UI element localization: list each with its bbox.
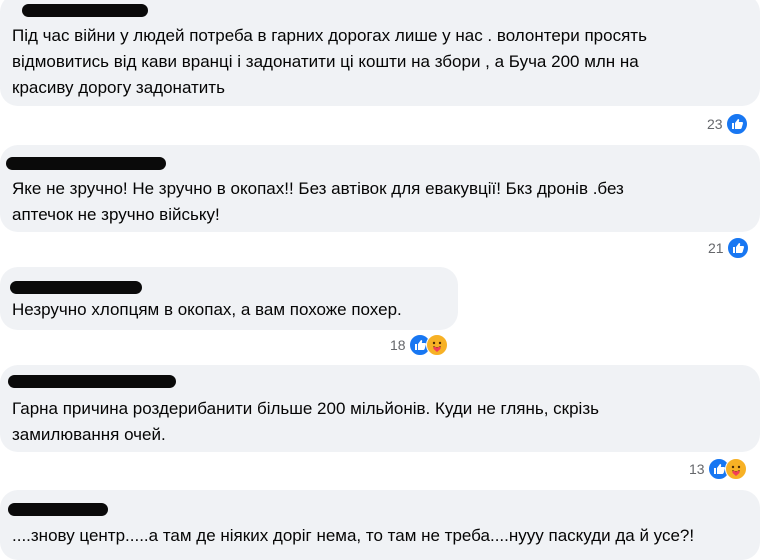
author-name-redacted[interactable]: [8, 503, 108, 516]
care-icon: [425, 334, 448, 356]
reaction-count: 21: [708, 240, 724, 256]
comment-text-line: красиву дорогу задонатить: [12, 78, 225, 97]
author-name-redacted[interactable]: [10, 281, 142, 294]
comment-text-line: Гарна причина роздерибанити більше 200 м…: [12, 399, 599, 418]
comment-text-line: замилювання очей.: [12, 425, 166, 444]
like-icon: [725, 113, 748, 135]
reaction-summary[interactable]: 13: [687, 457, 749, 481]
reaction-summary[interactable]: 21: [706, 236, 751, 260]
comment-bubble: Незручно хлопцям в окопах, а вам похоже …: [0, 267, 458, 330]
reaction-count: 18: [390, 337, 406, 353]
comment-text-line: Яке не зручно! Не зручно в окопах!! Без …: [12, 179, 624, 198]
comment-text-line: відмовитись від кави вранці і задонатити…: [12, 52, 639, 71]
comment-text-line: аптечок не зручно війську!: [12, 205, 220, 224]
reaction-count: 13: [689, 461, 705, 477]
comment-text-line: Під час війни у людей потреба в гарних д…: [12, 26, 647, 45]
author-name-redacted[interactable]: [8, 375, 176, 388]
comment-text-line: Незручно хлопцям в окопах, а вам похоже …: [12, 300, 402, 319]
like-icon: [726, 237, 749, 259]
author-name-redacted[interactable]: [22, 4, 148, 17]
reaction-summary[interactable]: 18: [388, 333, 450, 357]
reaction-count: 23: [707, 116, 723, 132]
author-name-redacted[interactable]: [6, 157, 166, 170]
comment-bubble: Під час війни у людей потреба в гарних д…: [0, 0, 760, 106]
care-icon: [724, 458, 747, 480]
comment-bubble: Яке не зручно! Не зручно в окопах!! Без …: [0, 145, 760, 232]
comment-text-line: ....знову центр.....а там де ніяких дорі…: [12, 526, 695, 545]
reaction-summary[interactable]: 23: [705, 112, 750, 136]
comment-bubble: ....знову центр.....а там де ніяких дорі…: [0, 490, 760, 560]
comment-bubble: Гарна причина роздерибанити більше 200 м…: [0, 365, 760, 452]
